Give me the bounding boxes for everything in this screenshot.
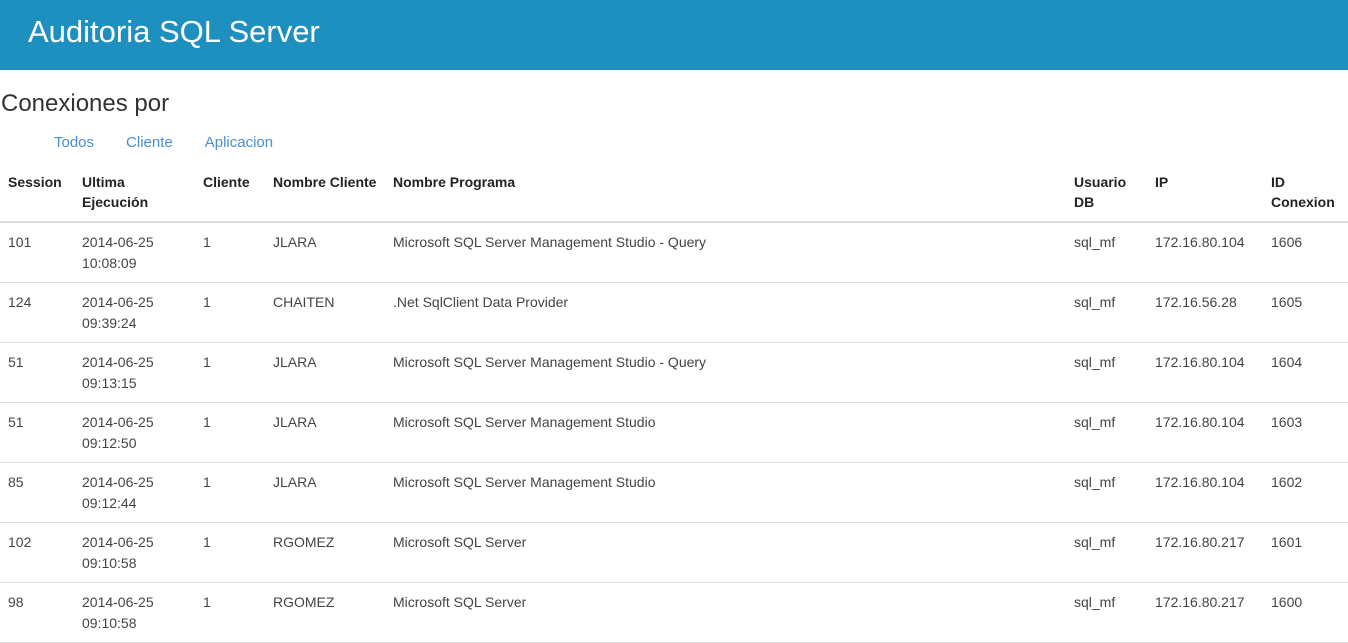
table-row: 102 2014-06-25 09:10:58 1 RGOMEZ Microsoft S… xyxy=(0,522,1348,583)
cell-ultima-ejecucion: 2014-06-25 09:12:50 xyxy=(74,402,195,463)
cell-id-conexion: 1605 xyxy=(1263,282,1348,343)
cell-nombre-programa: Microsoft SQL Server Management Studio -… xyxy=(385,342,1066,403)
section-title: Conexiones por xyxy=(1,90,170,117)
cell-usuario-db: sql_mf xyxy=(1066,222,1147,283)
cell-session: 51 xyxy=(0,402,74,463)
cell-cliente: 1 xyxy=(195,522,265,583)
cell-nombre-cliente: JLARA xyxy=(265,342,385,403)
column-header-nombre-programa: Nombre Programa xyxy=(385,164,1066,223)
cell-nombre-cliente: JLARA xyxy=(265,462,385,523)
cell-nombre-programa: Microsoft SQL Server Management Studio xyxy=(385,462,1066,523)
cell-nombre-cliente: RGOMEZ xyxy=(265,582,385,643)
cell-id-conexion: 1606 xyxy=(1263,222,1348,283)
column-header-ultima-ejecucion: Ultima Ejecución xyxy=(74,164,195,223)
table-row: 101 2014-06-25 10:08:09 1 JLARA Microsoft SQ… xyxy=(0,222,1348,283)
cell-nombre-programa: Microsoft SQL Server xyxy=(385,582,1066,643)
cell-nombre-cliente: JLARA xyxy=(265,402,385,463)
cell-nombre-programa: Microsoft SQL Server xyxy=(385,522,1066,583)
cell-nombre-cliente: JLARA xyxy=(265,222,385,283)
cell-ip: 172.16.56.28 xyxy=(1147,282,1263,343)
app-title: Auditoria SQL Server xyxy=(28,14,320,49)
cell-session: 124 xyxy=(0,282,74,343)
cell-usuario-db: sql_mf xyxy=(1066,582,1147,643)
cell-ultima-ejecucion: 2014-06-25 09:10:58 xyxy=(74,582,195,643)
cell-id-conexion: 1603 xyxy=(1263,402,1348,463)
connections-table: Session Ultima Ejecución Cliente Nombre Cli… xyxy=(0,164,1348,643)
cell-ip: 172.16.80.217 xyxy=(1147,582,1263,643)
cell-usuario-db: sql_mf xyxy=(1066,282,1147,343)
cell-usuario-db: sql_mf xyxy=(1066,462,1147,523)
app-header: Auditoria SQL Server xyxy=(0,0,1348,70)
cell-session: 102 xyxy=(0,522,74,583)
cell-ultima-ejecucion: 2014-06-25 09:13:15 xyxy=(74,342,195,403)
table-row: 51 2014-06-25 09:12:50 1 JLARA Microsoft SQL… xyxy=(0,402,1348,463)
cell-ip: 172.16.80.217 xyxy=(1147,522,1263,583)
cell-ip: 172.16.80.104 xyxy=(1147,462,1263,523)
cell-nombre-programa: Microsoft SQL Server Management Studio -… xyxy=(385,222,1066,283)
cell-session: 101 xyxy=(0,222,74,283)
column-header-ip: IP xyxy=(1147,164,1263,223)
column-header-session: Session xyxy=(0,164,74,223)
cell-id-conexion: 1601 xyxy=(1263,522,1348,583)
cell-ultima-ejecucion: 2014-06-25 09:10:58 xyxy=(74,522,195,583)
table-row: 98 2014-06-25 09:10:58 1 RGOMEZ Microsoft SQ… xyxy=(0,582,1348,643)
cell-session: 98 xyxy=(0,582,74,643)
cell-session: 85 xyxy=(0,462,74,523)
cell-id-conexion: 1604 xyxy=(1263,342,1348,403)
cell-id-conexion: 1600 xyxy=(1263,582,1348,643)
cell-ip: 172.16.80.104 xyxy=(1147,222,1263,283)
cell-nombre-programa: .Net SqlClient Data Provider xyxy=(385,282,1066,343)
table-row: 51 2014-06-25 09:13:15 1 JLARA Microsoft SQL… xyxy=(0,342,1348,403)
cell-ultima-ejecucion: 2014-06-25 10:08:09 xyxy=(74,222,195,283)
cell-cliente: 1 xyxy=(195,342,265,403)
column-header-cliente: Cliente xyxy=(195,164,265,223)
column-header-id-conexion: ID Conexion xyxy=(1263,164,1348,223)
cell-ip: 172.16.80.104 xyxy=(1147,342,1263,403)
cell-ultima-ejecucion: 2014-06-25 09:39:24 xyxy=(74,282,195,343)
tab-cliente[interactable]: Cliente xyxy=(126,134,173,164)
cell-nombre-cliente: RGOMEZ xyxy=(265,522,385,583)
cell-cliente: 1 xyxy=(195,222,265,283)
table-header-row: Session Ultima Ejecución Cliente Nombre Cli… xyxy=(0,164,1348,223)
cell-usuario-db: sql_mf xyxy=(1066,342,1147,403)
cell-cliente: 1 xyxy=(195,462,265,523)
cell-ultima-ejecucion: 2014-06-25 09:12:44 xyxy=(74,462,195,523)
filter-tabs: Todos Cliente Aplicacion xyxy=(0,134,1348,164)
cell-id-conexion: 1602 xyxy=(1263,462,1348,523)
column-header-usuario-db: Usuario DB xyxy=(1066,164,1147,223)
cell-cliente: 1 xyxy=(195,402,265,463)
table-row: 85 2014-06-25 09:12:44 1 JLARA Microsoft SQL… xyxy=(0,462,1348,523)
cell-cliente: 1 xyxy=(195,582,265,643)
cell-cliente: 1 xyxy=(195,282,265,343)
column-header-nombre-cliente: Nombre Cliente xyxy=(265,164,385,223)
cell-nombre-cliente: CHAITEN xyxy=(265,282,385,343)
cell-ip: 172.16.80.104 xyxy=(1147,402,1263,463)
cell-session: 51 xyxy=(0,342,74,403)
tab-todos[interactable]: Todos xyxy=(54,134,94,164)
table-row: 124 2014-06-25 09:39:24 1 CHAITEN .Net SqlCl… xyxy=(0,282,1348,343)
tab-aplicacion[interactable]: Aplicacion xyxy=(205,134,273,164)
cell-usuario-db: sql_mf xyxy=(1066,402,1147,463)
cell-nombre-programa: Microsoft SQL Server Management Studio xyxy=(385,402,1066,463)
cell-usuario-db: sql_mf xyxy=(1066,522,1147,583)
